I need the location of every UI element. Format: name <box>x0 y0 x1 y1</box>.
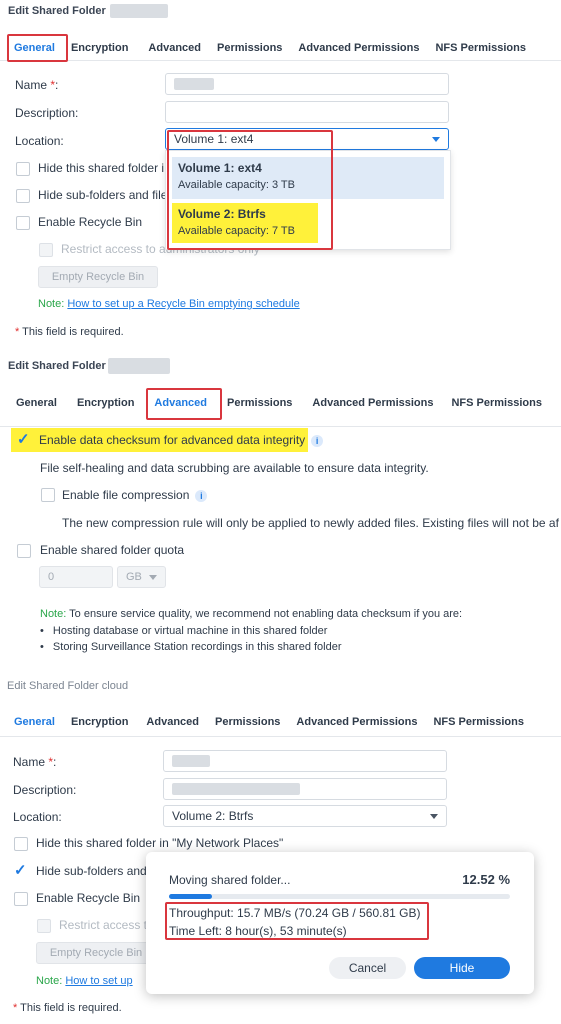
compression-label: Enable file compression i <box>62 488 208 502</box>
edit-shared-folder-panel-moving: Edit Shared Folder cloud General Encrypt… <box>0 676 561 1024</box>
moving-progress-dialog: Moving shared folder... 12.52 % Throughp… <box>146 852 534 994</box>
name-input[interactable] <box>163 750 447 772</box>
chevron-down-icon <box>149 574 157 580</box>
quota-unit-select[interactable]: GB <box>117 566 166 588</box>
quota-checkbox[interactable] <box>17 544 31 558</box>
tab-encryption[interactable]: Encryption <box>69 392 142 414</box>
recycle-note: Note: How to set up a Recycle Bin emptyi… <box>38 298 300 310</box>
tab-advanced-permissions[interactable]: Advanced Permissions <box>304 392 441 414</box>
restrict-access-checkbox[interactable] <box>37 919 51 933</box>
hide-folder-checkbox[interactable] <box>16 162 30 176</box>
redacted-name-value <box>174 78 214 90</box>
tab-permissions[interactable]: Permissions <box>209 37 290 59</box>
quota-label: Enable shared folder quota <box>40 543 185 557</box>
tab-bar: General Encryption Advanced Permissions … <box>0 380 561 427</box>
tab-advanced-permissions[interactable]: Advanced Permissions <box>290 37 427 59</box>
panel-title: Edit Shared Folder cloud <box>7 680 129 692</box>
name-label: Name *: <box>15 78 59 92</box>
tab-nfs-permissions[interactable]: NFS Permissions <box>427 37 533 59</box>
restrict-access-label: Restrict access t <box>59 918 148 932</box>
empty-recycle-bin-button[interactable]: Empty Recycle Bin <box>38 266 158 288</box>
checksum-description: File self-healing and data scrubbing are… <box>40 461 429 475</box>
edit-shared-folder-panel-advanced: Edit Shared Folder General Encryption Ad… <box>0 350 561 660</box>
tab-nfs-permissions[interactable]: NFS Permissions <box>443 392 549 414</box>
recycle-bin-checkbox[interactable] <box>14 892 28 906</box>
recycle-bin-checkbox[interactable] <box>16 216 30 230</box>
compression-checkbox[interactable] <box>41 488 55 502</box>
checksum-note: Note: To ensure service quality, we reco… <box>40 608 463 620</box>
location-label: Location: <box>13 810 62 824</box>
edit-shared-folder-panel-general: Edit Shared Folder General Encryption Ad… <box>0 0 561 345</box>
location-label: Location: <box>15 134 64 148</box>
compression-description: The new compression rule will only be ap… <box>62 516 559 530</box>
required-note: * This field is required. <box>13 1002 122 1014</box>
description-label: Description: <box>15 106 79 120</box>
hide-subfolders-label: Hide sub-folders and file <box>38 188 168 202</box>
info-icon[interactable]: i <box>195 489 208 502</box>
hide-subfolders-checkbox[interactable] <box>16 189 30 203</box>
progress-title: Moving shared folder... <box>169 873 291 887</box>
progress-bar-fill <box>169 894 212 899</box>
restrict-access-checkbox[interactable] <box>39 243 53 257</box>
progress-bar <box>169 894 510 899</box>
name-input[interactable] <box>165 73 449 95</box>
hide-subfolders-label: Hide sub-folders and <box>36 864 147 878</box>
recycle-schedule-link[interactable]: How to set up a Recycle Bin emptying sch… <box>67 298 299 310</box>
tab-advanced[interactable]: Advanced <box>138 711 207 733</box>
tab-advanced-permissions[interactable]: Advanced Permissions <box>288 711 425 733</box>
hide-folder-label: Hide this shared folder in "My Network P… <box>36 836 284 850</box>
annotation-box-throughput <box>165 902 429 940</box>
tab-general[interactable]: General <box>8 392 65 414</box>
tab-general[interactable]: General <box>6 711 63 733</box>
tab-permissions[interactable]: Permissions <box>219 392 300 414</box>
required-note: * This field is required. <box>15 326 124 338</box>
recycle-schedule-link[interactable]: How to set up <box>65 975 132 987</box>
quota-input[interactable]: 0 <box>39 566 113 588</box>
tab-encryption[interactable]: Encryption <box>63 37 136 59</box>
list-item: • Storing Surveillance Station recording… <box>40 641 342 653</box>
tab-permissions[interactable]: Permissions <box>207 711 288 733</box>
tab-bar: General Encryption Advanced Permissions … <box>0 36 561 61</box>
hide-folder-label: Hide this shared folder i <box>38 161 165 175</box>
check-icon[interactable]: ✓ <box>17 432 30 447</box>
list-item: • Hosting database or virtual machine in… <box>40 625 328 637</box>
redacted-folder-name <box>107 358 170 374</box>
tab-nfs-permissions[interactable]: NFS Permissions <box>425 711 531 733</box>
recycle-bin-label: Enable Recycle Bin <box>36 891 141 905</box>
redacted-folder-name <box>109 4 168 18</box>
info-icon[interactable]: i <box>311 434 324 447</box>
redacted-description-value <box>172 783 300 795</box>
description-input[interactable] <box>165 101 449 123</box>
recycle-note: Note: How to set up <box>36 975 133 987</box>
tab-bar: General Encryption Advanced Permissions … <box>0 708 561 737</box>
redacted-name-value <box>172 755 210 767</box>
location-value: Volume 2: Btrfs <box>172 809 254 823</box>
progress-percent: 12.52 % <box>462 872 510 887</box>
checksum-label: Enable data checksum for advanced data i… <box>39 433 324 447</box>
tab-advanced[interactable]: Advanced <box>140 37 209 59</box>
annotation-box-general-tab <box>7 34 68 62</box>
description-input[interactable] <box>163 778 447 800</box>
hide-folder-checkbox[interactable] <box>14 837 28 851</box>
description-label: Description: <box>13 783 77 797</box>
panel-title: Edit Shared Folder <box>8 4 168 18</box>
chevron-down-icon <box>430 813 438 819</box>
chevron-down-icon <box>432 136 440 142</box>
annotation-box-advanced-tab <box>146 388 222 420</box>
hide-button[interactable]: Hide <box>414 957 510 979</box>
cancel-button[interactable]: Cancel <box>329 957 406 979</box>
check-icon[interactable]: ✓ <box>14 863 27 878</box>
tab-encryption[interactable]: Encryption <box>63 711 136 733</box>
annotation-box-volume-options <box>167 130 333 250</box>
name-label: Name *: <box>13 755 57 769</box>
recycle-bin-label: Enable Recycle Bin <box>38 215 143 229</box>
empty-recycle-bin-button[interactable]: Empty Recycle Bin <box>36 942 156 964</box>
location-select[interactable]: Volume 2: Btrfs <box>163 805 447 827</box>
panel-title: Edit Shared Folder <box>8 358 170 374</box>
